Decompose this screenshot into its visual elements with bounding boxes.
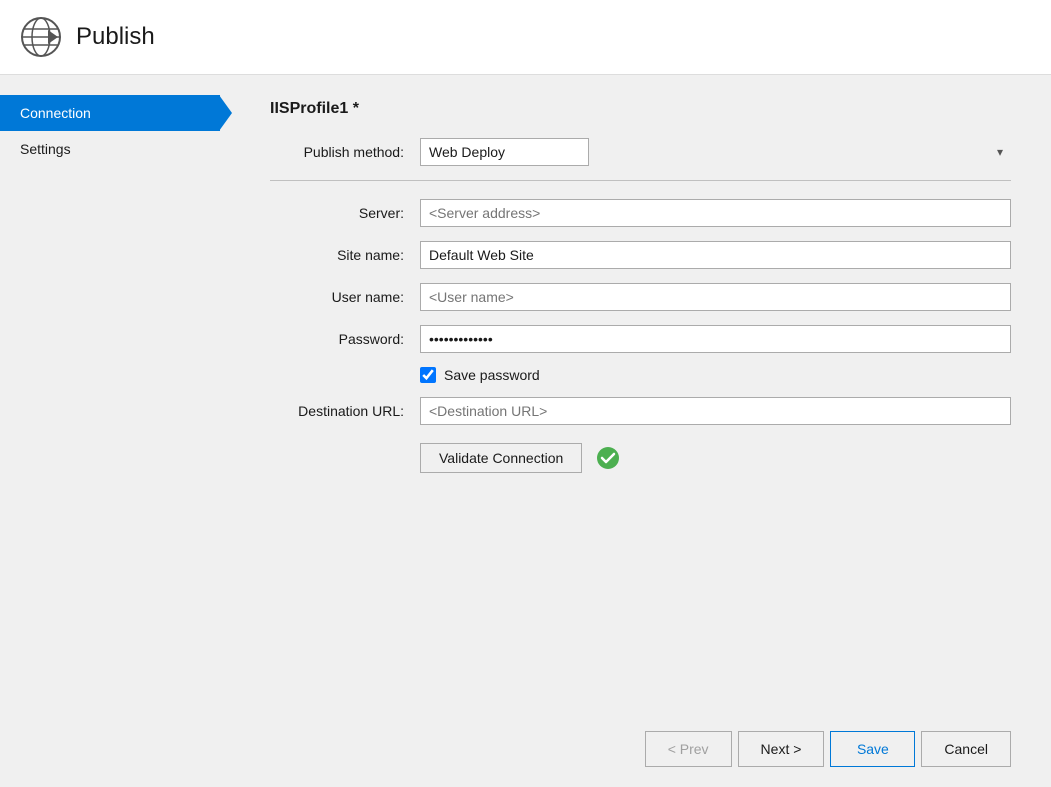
destination-url-row: Destination URL: [270,397,1011,425]
cancel-button[interactable]: Cancel [921,731,1011,767]
password-label: Password: [270,331,420,347]
site-name-label: Site name: [270,247,420,263]
site-name-input[interactable] [420,241,1011,269]
destination-url-label: Destination URL: [270,403,420,419]
save-password-checkbox[interactable] [420,367,436,383]
content-area: IISProfile1 * Publish method: Web Deploy… [220,75,1051,787]
sidebar-item-connection[interactable]: Connection [0,95,220,131]
password-row: Password: [270,325,1011,353]
header: Publish [0,0,1051,75]
form-section: Publish method: Web Deploy FTP File Syst… [270,138,1011,711]
publish-method-select[interactable]: Web Deploy FTP File System Web Deploy Pa… [420,138,589,166]
save-password-label[interactable]: Save password [444,367,540,383]
validate-row: Validate Connection [420,443,1011,473]
server-input[interactable] [420,199,1011,227]
next-button[interactable]: Next > [738,731,825,767]
sidebar: Connection Settings [0,75,220,787]
site-name-row: Site name: [270,241,1011,269]
user-name-row: User name: [270,283,1011,311]
publish-globe-icon [20,16,62,58]
footer-buttons: < Prev Next > Save Cancel [270,711,1011,767]
save-password-row: Save password [420,367,1011,383]
server-row: Server: [270,199,1011,227]
save-button[interactable]: Save [830,731,915,767]
publish-method-label: Publish method: [270,144,420,160]
server-label: Server: [270,205,420,221]
publish-method-wrapper: Web Deploy FTP File System Web Deploy Pa… [420,138,1011,166]
user-name-input[interactable] [420,283,1011,311]
divider [270,180,1011,181]
main-content: Connection Settings IISProfile1 * Publis… [0,75,1051,787]
password-input[interactable] [420,325,1011,353]
profile-title: IISProfile1 * [270,100,1011,118]
validate-connection-button[interactable]: Validate Connection [420,443,582,473]
page-title: Publish [76,23,155,51]
user-name-label: User name: [270,289,420,305]
validation-success-icon [596,446,620,470]
destination-url-input[interactable] [420,397,1011,425]
prev-button[interactable]: < Prev [645,731,732,767]
sidebar-item-settings[interactable]: Settings [0,131,220,167]
publish-method-row: Publish method: Web Deploy FTP File Syst… [270,138,1011,166]
